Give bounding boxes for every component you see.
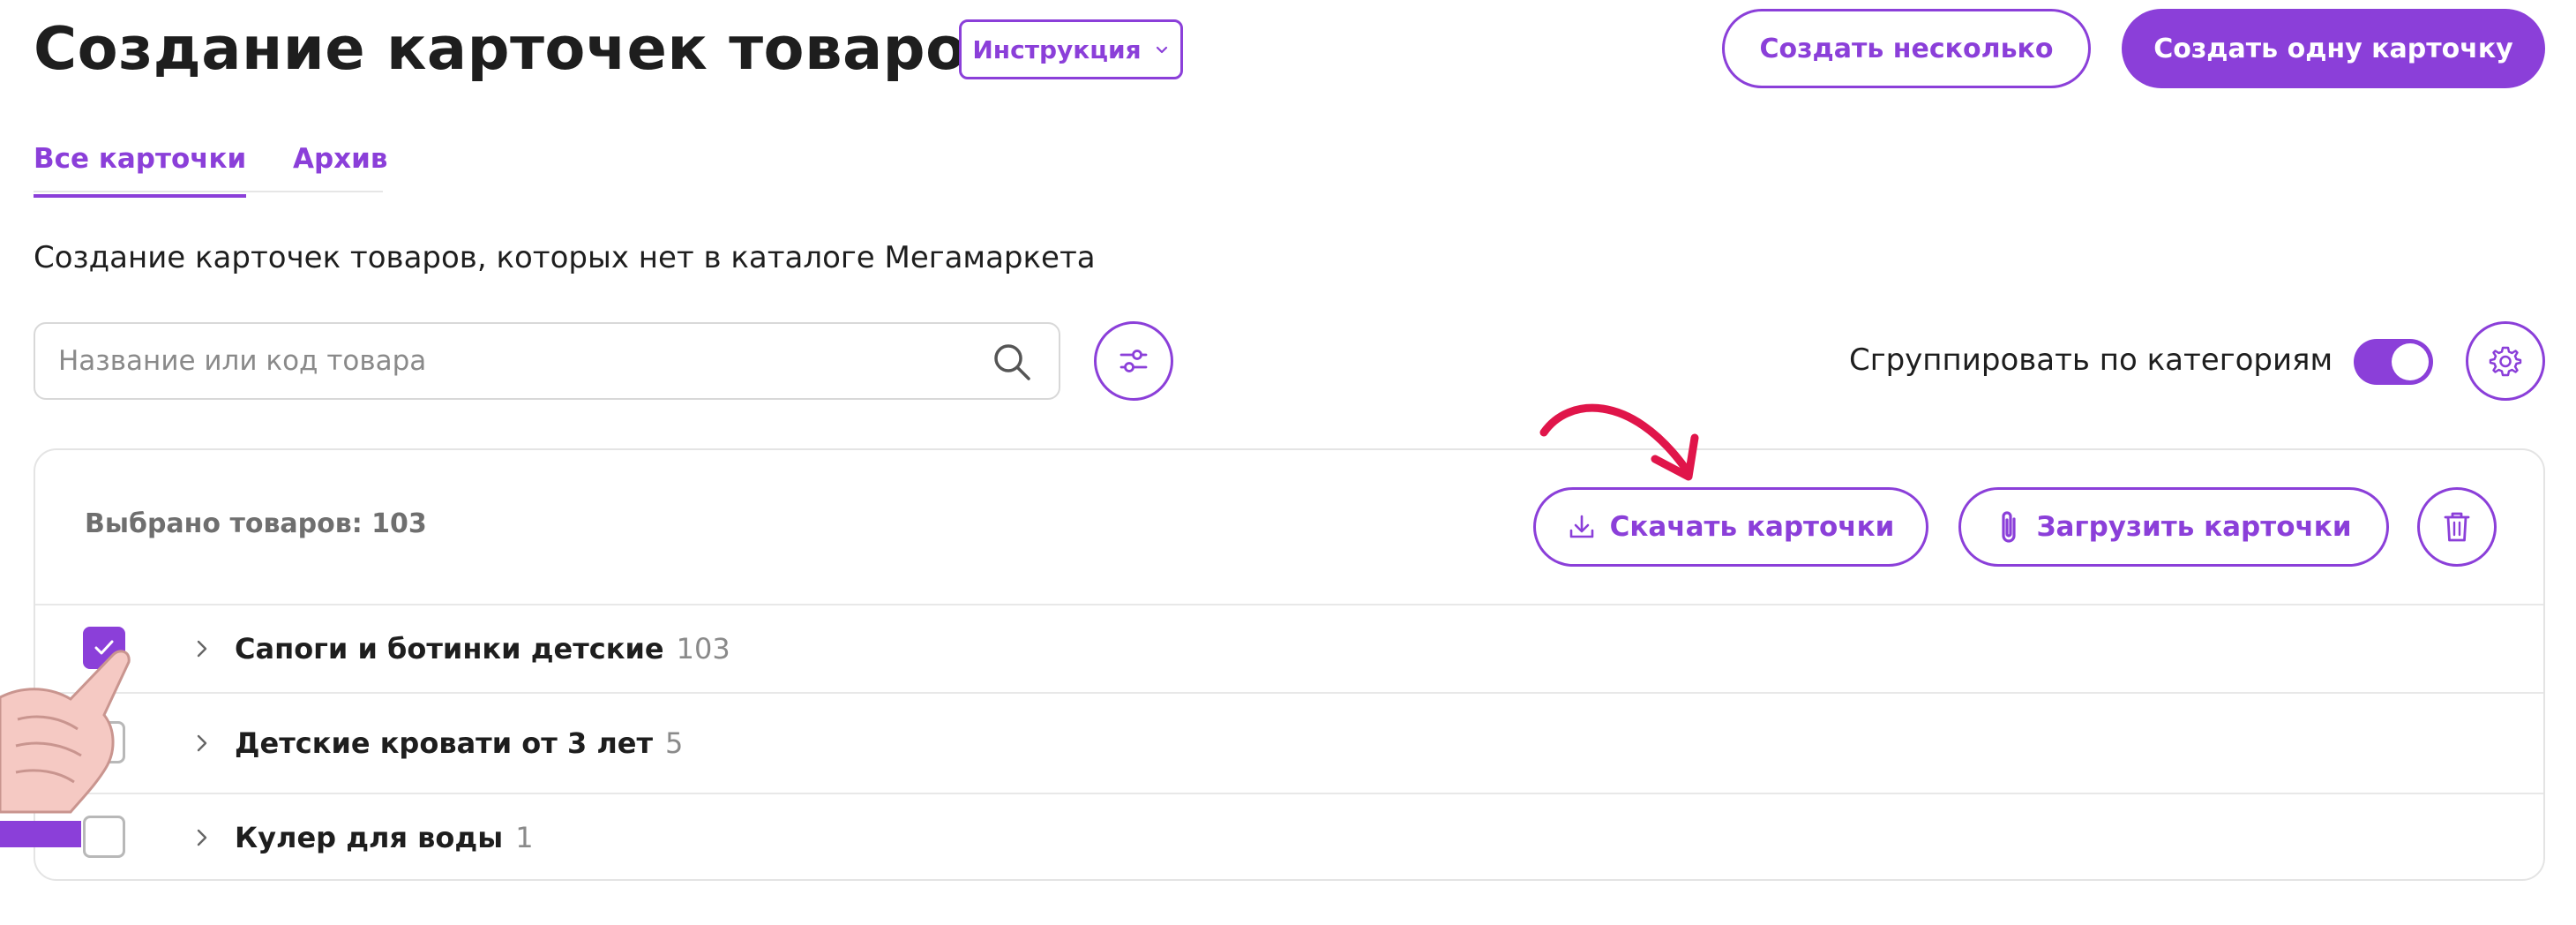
selected-count: Выбрано товаров: 103 <box>85 508 427 539</box>
search-box <box>34 322 1060 400</box>
chevron-right-icon[interactable] <box>192 828 212 847</box>
filter-button[interactable] <box>1094 321 1173 401</box>
instruction-label: Инструкция <box>972 34 1142 64</box>
tab-all-cards[interactable]: Все карточки <box>34 143 247 198</box>
filter-icon <box>1120 350 1148 372</box>
gear-icon <box>2489 346 2522 377</box>
category-row[interactable]: Детские кровати от 3 лет 5 <box>35 692 2543 793</box>
category-name: Сапоги и ботинки детские 103 <box>235 632 730 666</box>
chevron-right-icon[interactable] <box>192 733 212 753</box>
category-row[interactable]: Сапоги и ботинки детские 103 <box>35 604 2543 692</box>
search-input[interactable] <box>58 324 958 398</box>
category-count: 1 <box>515 821 534 854</box>
search-icon[interactable] <box>992 342 1032 382</box>
category-name: Детские кровати от 3 лет 5 <box>235 726 684 760</box>
checkmark-icon <box>94 640 114 655</box>
category-count: 103 <box>676 632 730 666</box>
category-row[interactable]: Кулер для воды 1 <box>35 793 2543 881</box>
settings-button[interactable] <box>2466 321 2545 401</box>
tabs-bar: Все карточки Архив <box>34 139 388 198</box>
tab-archive[interactable]: Архив <box>293 143 388 175</box>
delete-button[interactable] <box>2417 487 2497 567</box>
trash-icon <box>2444 512 2470 542</box>
group-by-category-label: Сгруппировать по категориям <box>1849 342 2333 378</box>
paperclip-icon <box>2002 511 2017 543</box>
toggle-knob <box>2392 343 2429 380</box>
download-cards-button[interactable]: Скачать карточки <box>1533 487 1928 567</box>
category-count: 5 <box>665 726 684 760</box>
category-checkbox[interactable] <box>83 721 125 763</box>
download-cards-label: Скачать карточки <box>1609 511 1895 543</box>
upload-cards-button[interactable]: Загрузить карточки <box>1958 487 2389 567</box>
chevron-right-icon[interactable] <box>192 639 212 658</box>
page-subtitle: Создание карточек товаров, которых нет в… <box>34 240 1096 275</box>
create-multiple-button[interactable]: Создать несколько <box>1722 9 2091 88</box>
category-checkbox[interactable] <box>83 816 125 858</box>
chevron-down-icon <box>1156 46 1167 54</box>
cards-panel: Выбрано товаров: 103 Скачать карточки За… <box>34 448 2545 881</box>
download-icon <box>1569 515 1593 538</box>
instruction-dropdown-button[interactable]: Инструкция <box>959 19 1183 79</box>
create-one-card-button[interactable]: Создать одну карточку <box>2122 9 2545 88</box>
category-name: Кулер для воды 1 <box>235 821 534 854</box>
group-by-category-toggle[interactable] <box>2354 339 2433 385</box>
page-title: Создание карточек товаров <box>34 14 1005 83</box>
category-checkbox[interactable] <box>83 627 125 669</box>
upload-cards-label: Загрузить карточки <box>2036 511 2352 543</box>
